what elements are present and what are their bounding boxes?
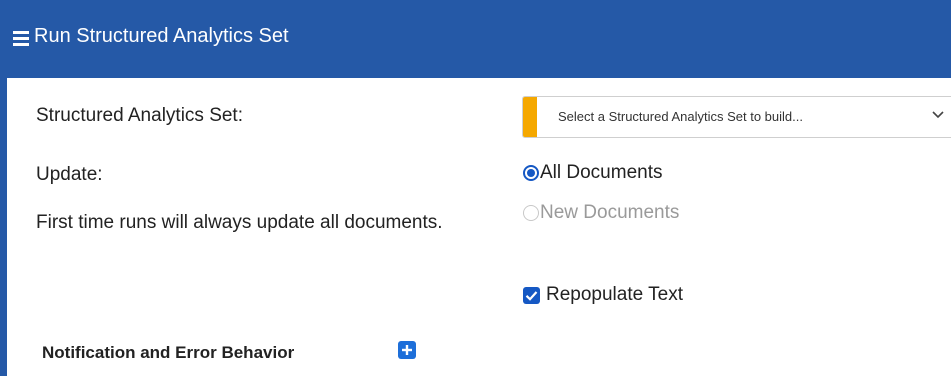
radio-new-documents[interactable]: New Documents — [523, 200, 679, 226]
expand-plus-icon[interactable] — [398, 341, 416, 359]
update-label: Update: — [36, 164, 103, 185]
chevron-down-icon — [932, 111, 944, 119]
radio-unchecked-icon — [523, 205, 539, 221]
radio-label-new-documents: New Documents — [540, 202, 680, 223]
panel-title: Run Structured Analytics Set — [34, 25, 289, 47]
checkbox-checked-icon — [523, 286, 540, 304]
required-indicator — [523, 97, 537, 137]
notification-error-section-title: Notification and Error Behavior — [42, 343, 295, 362]
radio-all-documents[interactable]: All Documents — [523, 160, 663, 186]
structured-analytics-set-select[interactable]: Select a Structured Analytics Set to bui… — [522, 96, 951, 138]
panel-header: Run Structured Analytics Set — [0, 0, 951, 78]
radio-checked-icon — [523, 165, 539, 181]
radio-label-all-documents: All Documents — [540, 162, 663, 183]
update-note: First time runs will always update all d… — [36, 212, 443, 233]
run-structured-analytics-set-panel: Run Structured Analytics Set Structured … — [0, 0, 951, 376]
hamburger-menu-icon[interactable] — [13, 30, 29, 46]
structured-analytics-set-label: Structured Analytics Set: — [36, 105, 243, 126]
repopulate-text-checkbox[interactable]: Repopulate Text — [523, 282, 683, 308]
panel-left-border — [0, 0, 7, 376]
select-value: Select a Structured Analytics Set to bui… — [558, 109, 803, 124]
repopulate-text-label: Repopulate Text — [546, 284, 683, 305]
